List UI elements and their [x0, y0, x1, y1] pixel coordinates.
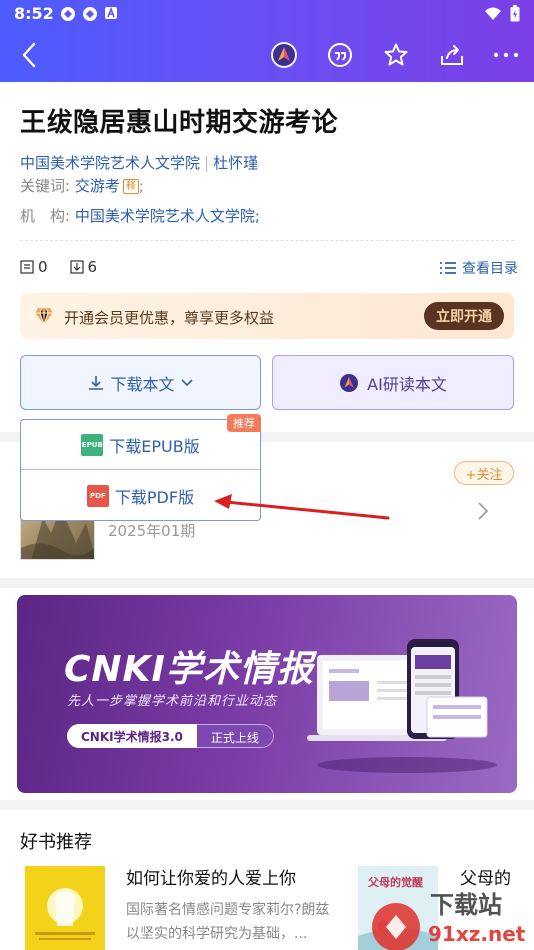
status-notification-icons: [60, 6, 118, 22]
promo-pill-version: CNKI学术情报3.0: [67, 724, 197, 748]
status-time: 8:52: [14, 4, 54, 23]
book-recommend-title: 好书推荐: [20, 832, 92, 853]
epub-file-icon: EPUB: [81, 433, 104, 456]
ai-logo-icon: [340, 373, 359, 392]
more-dots-icon: [493, 52, 519, 58]
chevron-right-icon: [478, 502, 489, 520]
section-separator: [0, 578, 534, 588]
promo-subtitle: 先人一步掌握学术前沿和行业动态: [67, 694, 278, 709]
view-toc-label: 查看目录: [462, 261, 518, 277]
download-epub-option[interactable]: EPUB 下载EPUB版: [21, 420, 260, 470]
author-institution-link[interactable]: 中国美术学院艺术人文学院: [20, 154, 200, 172]
pdf-file-icon: PDF: [86, 485, 109, 507]
institution-label: 机 构:: [20, 207, 71, 225]
paper-title: 王绂隐居惠山时期交游考论: [20, 108, 339, 138]
favorite-button[interactable]: [380, 39, 412, 71]
divider: [20, 240, 514, 241]
top-bar: 8:52: [0, 0, 534, 82]
follow-journal-button[interactable]: +关注: [454, 461, 514, 485]
keyword-explain-badge[interactable]: 释: [122, 179, 139, 194]
vip-banner[interactable]: 开通会员更优惠，尊享更多权益 立即开通: [20, 293, 514, 339]
ai-read-label: AI研读本文: [367, 374, 447, 394]
book-title[interactable]: 如何让你爱的人爱上你: [126, 864, 296, 889]
book-cover[interactable]: [25, 866, 105, 950]
svg-text:91xz.net: 91xz.net: [428, 922, 526, 946]
status-bar: 8:52: [0, 0, 534, 28]
download-epub-label: 下载EPUB版: [109, 436, 200, 456]
journal-issue-date: 2025年01期: [108, 522, 196, 540]
journal-chevron[interactable]: [476, 500, 490, 526]
book-description: 国际著名情感问题专家莉尔?朗兹以坚实的科学研究为基础，...: [126, 902, 330, 942]
back-button[interactable]: [14, 38, 46, 72]
wifi-icon: [485, 7, 501, 20]
recommend-badge: 推荐: [227, 414, 261, 432]
quote-icon: [328, 43, 352, 67]
author-line: 中国美术学院艺术人文学院 | 杜怀瑾: [20, 154, 259, 172]
app-bar: [0, 28, 534, 82]
svg-text:下载站: 下载站: [430, 891, 502, 919]
vip-text: 开通会员更优惠，尊享更多权益: [64, 309, 275, 327]
chevron-down-icon: [180, 378, 193, 386]
section-separator: [0, 800, 534, 810]
share-icon: [441, 45, 463, 65]
annotation-arrow: [214, 494, 390, 520]
promo-pill: CNKI学术情报3.0 正式上线: [67, 724, 274, 748]
site-watermark: 下载站 91xz.net: [372, 891, 526, 950]
share-button[interactable]: [436, 39, 468, 71]
promo-pill-status: 正式上线: [196, 724, 274, 748]
download-count-icon: [69, 260, 84, 274]
ai-assistant-button[interactable]: [268, 39, 300, 71]
vip-open-button[interactable]: 立即开通: [424, 302, 504, 330]
keywords-label: 关键词:: [20, 177, 71, 195]
author-link[interactable]: 杜怀瑾: [213, 154, 258, 172]
diamond-icon: [35, 307, 53, 325]
download-paper-button[interactable]: 下载本文: [20, 355, 261, 410]
promo-banner[interactable]: CNKI学术情报 先人一步掌握学术前沿和行业动态 CNKI学术情报3.0 正式上…: [17, 595, 517, 793]
citation-stat: 0: [20, 258, 48, 276]
keyword-link[interactable]: 交游考: [75, 177, 120, 195]
ai-logo-icon: [271, 42, 297, 68]
stats-row: 0 6: [20, 258, 97, 276]
institution-line: 机 构: 中国美术学院艺术人文学院;: [20, 205, 260, 226]
ai-read-button[interactable]: AI研读本文: [272, 355, 514, 410]
star-icon: [384, 43, 408, 66]
download-pdf-label: 下载PDF版: [114, 488, 195, 507]
a-notification-icon: [105, 6, 117, 19]
book-cover-image: [35, 888, 95, 940]
back-arrow-icon: [22, 42, 36, 68]
institution-link[interactable]: 中国美术学院艺术人文学院;: [75, 207, 260, 225]
keyword-suffix: ;: [138, 177, 144, 195]
download-stat: 6: [69, 258, 98, 276]
more-menu-button[interactable]: [490, 39, 522, 71]
view-toc-link[interactable]: 查看目录: [439, 258, 518, 278]
list-icon: [440, 262, 456, 274]
download-icon: [89, 375, 104, 390]
download-paper-label: 下载本文: [110, 374, 175, 394]
quote-button[interactable]: [324, 39, 356, 71]
device-mockup-illustration: [307, 639, 497, 773]
status-system-icons: [484, 5, 520, 22]
promo-title: CNKI学术情报: [64, 649, 314, 690]
app-notification-icon: [61, 7, 75, 21]
keywords-line: 关键词: 交游考释;: [20, 175, 144, 196]
battery-icon: [510, 5, 520, 22]
citation-icon: [20, 260, 34, 274]
download-count: 6: [87, 258, 98, 276]
citation-count: 0: [38, 258, 48, 276]
app-notification-icon: [83, 7, 97, 21]
